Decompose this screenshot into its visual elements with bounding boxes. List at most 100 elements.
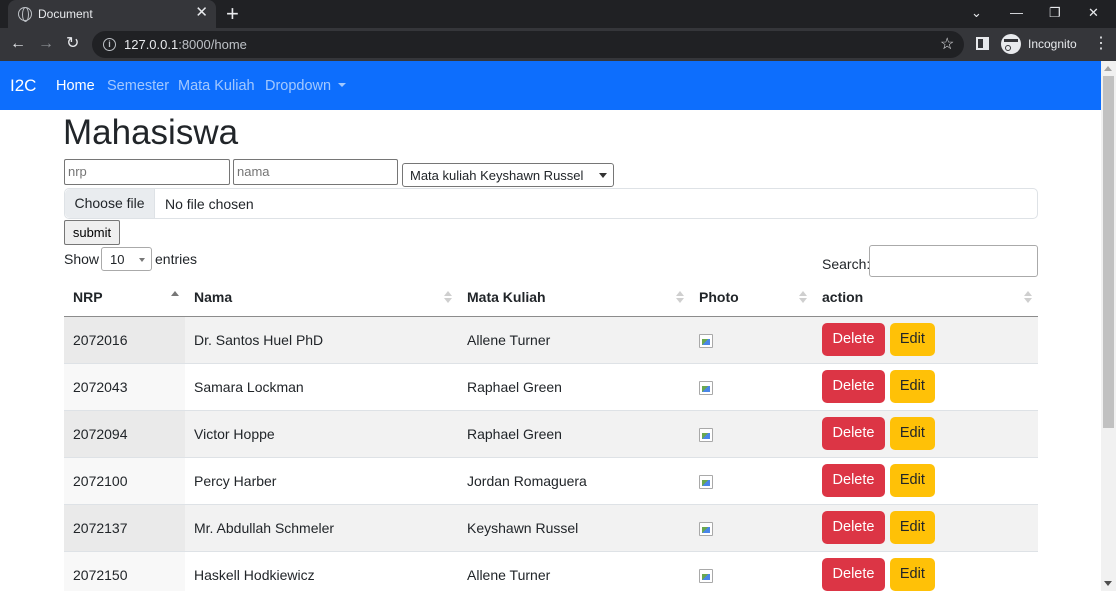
column-header-action[interactable]: action bbox=[813, 279, 1038, 317]
broken-image-icon bbox=[699, 333, 713, 348]
tab-search-icon[interactable]: ⌄ bbox=[971, 5, 982, 21]
site-info-icon[interactable]: i bbox=[103, 38, 116, 51]
cell-photo bbox=[690, 456, 813, 504]
caret-down-icon bbox=[338, 83, 347, 87]
column-label: Mata Kuliah bbox=[467, 289, 546, 306]
tab-title: Document bbox=[38, 7, 93, 21]
nav-dropdown-toggle[interactable]: Dropdown bbox=[265, 78, 347, 94]
column-header-photo[interactable]: Photo bbox=[690, 279, 813, 317]
nav-link-semester[interactable]: Semester bbox=[107, 78, 169, 94]
restore-icon[interactable]: ❐ bbox=[1049, 5, 1061, 21]
address-bar[interactable]: i 127.0.0.1:8000/home ☆ bbox=[92, 31, 964, 58]
entries-label: entries bbox=[155, 251, 198, 267]
table-row: 2072094 Victor Hoppe Raphael Green Delet… bbox=[64, 409, 1038, 457]
table-row: 2072137 Mr. Abdullah Schmeler Keyshawn R… bbox=[64, 503, 1038, 551]
incognito-icon bbox=[1001, 34, 1021, 54]
scrollbar-thumb[interactable] bbox=[1103, 76, 1114, 428]
cell-nrp: 2072043 bbox=[64, 362, 185, 410]
back-icon[interactable]: ← bbox=[10, 34, 26, 54]
delete-button[interactable]: Delete bbox=[822, 417, 885, 450]
navbar: I2C Home Semester Mata Kuliah Dropdown bbox=[0, 61, 1101, 110]
cell-nrp: 2072150 bbox=[64, 550, 185, 591]
close-tab-icon[interactable]: ✕ bbox=[195, 4, 208, 22]
column-label: Photo bbox=[699, 289, 739, 306]
close-window-icon[interactable]: ✕ bbox=[1088, 5, 1099, 21]
delete-button[interactable]: Delete bbox=[822, 370, 885, 403]
cell-action: Delete Edit bbox=[813, 550, 1038, 591]
forward-icon[interactable]: → bbox=[38, 34, 54, 54]
edit-button[interactable]: Edit bbox=[889, 417, 935, 450]
cell-photo bbox=[690, 315, 813, 363]
delete-button[interactable]: Delete bbox=[822, 558, 885, 591]
edit-button[interactable]: Edit bbox=[889, 558, 935, 591]
table-row: 2072043 Samara Lockman Raphael Green Del… bbox=[64, 362, 1038, 410]
minimize-icon[interactable]: — bbox=[1010, 5, 1023, 21]
cell-photo bbox=[690, 362, 813, 410]
browser-menu-icon[interactable]: ⋮ bbox=[1093, 34, 1109, 54]
globe-icon bbox=[18, 7, 32, 22]
broken-image-icon bbox=[699, 521, 713, 536]
cell-nrp: 2072016 bbox=[64, 315, 185, 363]
nrp-input[interactable]: nrp bbox=[64, 159, 230, 185]
file-input[interactable]: Choose file No file chosen bbox=[64, 188, 1038, 219]
column-label: action bbox=[822, 289, 864, 306]
delete-button[interactable]: Delete bbox=[822, 323, 885, 356]
cell-mata-kuliah: Raphael Green bbox=[458, 409, 690, 457]
column-label: NRP bbox=[73, 289, 103, 306]
scroll-up-icon[interactable] bbox=[1104, 66, 1112, 71]
browser-tab[interactable]: Document ✕ bbox=[8, 0, 216, 28]
page-scrollbar[interactable] bbox=[1101, 61, 1116, 591]
column-header-nrp[interactable]: NRP bbox=[64, 279, 185, 317]
broken-image-icon bbox=[699, 427, 713, 442]
cell-action: Delete Edit bbox=[813, 456, 1038, 504]
search-label: Search: bbox=[822, 256, 871, 272]
cell-action: Delete Edit bbox=[813, 315, 1038, 363]
cell-action: Delete Edit bbox=[813, 409, 1038, 457]
search-input[interactable] bbox=[869, 245, 1038, 277]
cell-mata-kuliah: Allene Turner bbox=[458, 550, 690, 591]
bookmark-star-icon[interactable]: ☆ bbox=[940, 34, 954, 54]
show-label: Show bbox=[64, 251, 100, 267]
delete-button[interactable]: Delete bbox=[822, 511, 885, 544]
new-tab-icon[interactable]: + bbox=[226, 1, 239, 27]
chevron-down-icon bbox=[139, 258, 145, 262]
cell-nama: Haskell Hodkiewicz bbox=[185, 550, 458, 591]
edit-button[interactable]: Edit bbox=[889, 370, 935, 403]
mata-kuliah-select[interactable]: Mata kuliah Keyshawn Russel bbox=[402, 163, 614, 187]
cell-nrp: 2072100 bbox=[64, 456, 185, 504]
table-row: 2072016 Dr. Santos Huel PhD Allene Turne… bbox=[64, 315, 1038, 363]
cell-mata-kuliah: Keyshawn Russel bbox=[458, 503, 690, 551]
navbar-brand[interactable]: I2C bbox=[10, 76, 36, 96]
nav-dropdown-label: Dropdown bbox=[265, 78, 332, 94]
file-status: No file chosen bbox=[165, 196, 254, 212]
scroll-down-icon[interactable] bbox=[1104, 581, 1112, 586]
edit-button[interactable]: Edit bbox=[889, 511, 935, 544]
cell-photo bbox=[690, 409, 813, 457]
choose-file-button[interactable]: Choose file bbox=[65, 189, 155, 218]
chevron-down-icon bbox=[599, 173, 607, 178]
nama-input[interactable]: nama bbox=[233, 159, 398, 185]
incognito-badge[interactable]: Incognito bbox=[1001, 33, 1077, 55]
column-label: Nama bbox=[194, 289, 233, 306]
cell-nama: Mr. Abdullah Schmeler bbox=[185, 503, 458, 551]
side-panel-icon[interactable] bbox=[976, 37, 989, 50]
delete-button[interactable]: Delete bbox=[822, 464, 885, 497]
reload-icon[interactable]: ↻ bbox=[66, 34, 79, 54]
entries-value: 10 bbox=[110, 252, 125, 267]
cell-mata-kuliah: Jordan Romaguera bbox=[458, 456, 690, 504]
broken-image-icon bbox=[699, 474, 713, 489]
cell-nama: Victor Hoppe bbox=[185, 409, 458, 457]
mahasiswa-table: NRP Nama Mata Kuliah Photo action 207201… bbox=[64, 279, 1038, 591]
cell-photo bbox=[690, 503, 813, 551]
entries-select[interactable]: 10 bbox=[101, 247, 152, 271]
cell-nrp: 2072094 bbox=[64, 409, 185, 457]
submit-button[interactable]: submit bbox=[64, 220, 120, 245]
table-header-row: NRP Nama Mata Kuliah Photo action bbox=[64, 279, 1038, 317]
nav-link-mata-kuliah[interactable]: Mata Kuliah bbox=[178, 78, 255, 94]
edit-button[interactable]: Edit bbox=[889, 464, 935, 497]
column-header-nama[interactable]: Nama bbox=[185, 279, 458, 317]
edit-button[interactable]: Edit bbox=[889, 323, 935, 356]
nav-link-home[interactable]: Home bbox=[56, 78, 95, 94]
column-header-mata-kuliah[interactable]: Mata Kuliah bbox=[458, 279, 690, 317]
page-title: Mahasiswa bbox=[63, 113, 239, 152]
